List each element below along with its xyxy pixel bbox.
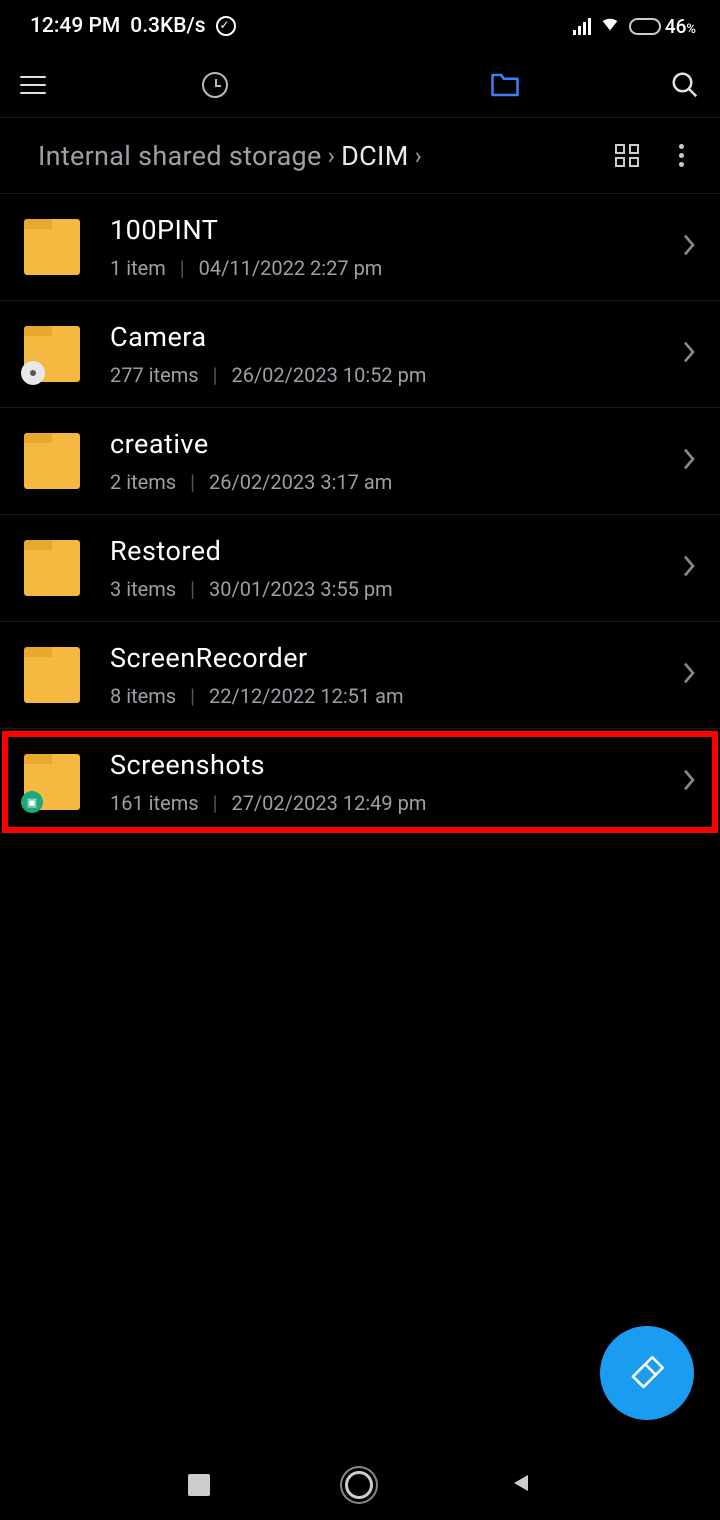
modified-date: 27/02/2023 12:49 pm	[231, 791, 426, 815]
folder-meta: 8 items | 22/12/2022 12:51 am	[110, 684, 682, 708]
folder-meta: 3 items | 30/01/2023 3:55 pm	[110, 577, 682, 601]
folder-list: 100PINT 1 item | 04/11/2022 2:27 pm Came…	[0, 194, 720, 835]
folder-info: 100PINT 1 item | 04/11/2022 2:27 pm	[110, 214, 682, 280]
clean-fab-button[interactable]	[600, 1326, 694, 1420]
view-grid-button[interactable]	[615, 144, 639, 167]
folder-meta: 161 items | 27/02/2023 12:49 pm	[110, 791, 682, 815]
home-button[interactable]	[345, 1471, 373, 1499]
folder-item[interactable]: 100PINT 1 item | 04/11/2022 2:27 pm	[0, 194, 720, 301]
folder-icon: ▣	[24, 754, 80, 810]
status-bar: 12:49 PM 0.3KB/s 46%	[0, 0, 720, 52]
folder-icon	[24, 219, 80, 275]
folder-meta: 1 item | 04/11/2022 2:27 pm	[110, 256, 682, 280]
battery-percent: 46	[665, 15, 687, 38]
storage-badge-icon	[21, 361, 45, 385]
folder-info: ScreenRecorder 8 items | 22/12/2022 12:5…	[110, 642, 682, 708]
more-options-button[interactable]	[679, 144, 690, 167]
separator: |	[190, 470, 195, 494]
network-speed: 0.3KB/s	[130, 14, 205, 38]
breadcrumb-root[interactable]: Internal shared storage	[38, 140, 322, 172]
clock-time: 12:49 PM	[30, 14, 120, 38]
folder-outline-icon	[490, 72, 520, 98]
chevron-right-icon	[682, 554, 696, 582]
folder-item-highlighted[interactable]: ▣ Screenshots 161 items | 27/02/2023 12:…	[0, 729, 720, 835]
folder-item[interactable]: Camera 277 items | 26/02/2023 10:52 pm	[0, 301, 720, 408]
breadcrumb-bar: Internal shared storage › DCIM ›	[0, 118, 720, 194]
modified-date: 04/11/2022 2:27 pm	[199, 256, 383, 280]
item-count: 2 items	[110, 470, 176, 494]
broom-icon	[626, 1352, 668, 1394]
breadcrumb[interactable]: Internal shared storage › DCIM ›	[38, 140, 615, 172]
modified-date: 22/12/2022 12:51 am	[209, 684, 404, 708]
separator: |	[180, 256, 185, 280]
wifi-icon	[599, 12, 621, 40]
chevron-right-icon	[682, 768, 696, 796]
percent-symbol: %	[686, 22, 696, 37]
clock-icon	[202, 72, 228, 98]
chevron-right-icon: ›	[328, 142, 336, 170]
folder-info: Screenshots 161 items | 27/02/2023 12:49…	[110, 749, 682, 815]
search-button[interactable]	[650, 70, 700, 100]
modified-date: 30/01/2023 3:55 pm	[209, 577, 393, 601]
folder-info: Restored 3 items | 30/01/2023 3:55 pm	[110, 535, 682, 601]
status-right: 46%	[573, 12, 696, 40]
tab-recent[interactable]	[70, 72, 360, 98]
item-count: 1 item	[110, 256, 166, 280]
alarm-icon	[216, 16, 236, 36]
screenshot-badge-icon: ▣	[21, 791, 43, 813]
separator: |	[213, 791, 218, 815]
navigation-bar	[0, 1450, 720, 1520]
folder-icon	[24, 647, 80, 703]
folder-name: creative	[110, 428, 682, 460]
folder-name: Screenshots	[110, 749, 682, 781]
folder-meta: 277 items | 26/02/2023 10:52 pm	[110, 363, 682, 387]
hamburger-menu-button[interactable]	[20, 76, 70, 94]
status-left: 12:49 PM 0.3KB/s	[30, 14, 236, 38]
item-count: 161 items	[110, 791, 199, 815]
item-count: 8 items	[110, 684, 176, 708]
separator: |	[213, 363, 218, 387]
folder-name: Restored	[110, 535, 682, 567]
item-count: 3 items	[110, 577, 176, 601]
folder-name: 100PINT	[110, 214, 682, 246]
separator: |	[190, 577, 195, 601]
folder-meta: 2 items | 26/02/2023 3:17 am	[110, 470, 682, 494]
folder-info: creative 2 items | 26/02/2023 3:17 am	[110, 428, 682, 494]
separator: |	[190, 684, 195, 708]
search-icon	[670, 70, 700, 100]
folder-item[interactable]: creative 2 items | 26/02/2023 3:17 am	[0, 408, 720, 515]
folder-icon	[24, 540, 80, 596]
folder-info: Camera 277 items | 26/02/2023 10:52 pm	[110, 321, 682, 387]
signal-icon	[573, 17, 591, 35]
chevron-right-icon	[682, 661, 696, 689]
chevron-right-icon: ›	[415, 142, 423, 170]
tab-browse[interactable]	[360, 72, 650, 98]
modified-date: 26/02/2023 3:17 am	[209, 470, 392, 494]
chevron-right-icon	[682, 447, 696, 475]
back-button[interactable]	[508, 1471, 532, 1499]
chevron-right-icon	[682, 340, 696, 368]
app-toolbar	[0, 52, 720, 118]
folder-name: Camera	[110, 321, 682, 353]
battery-indicator: 46%	[629, 15, 696, 38]
folder-item[interactable]: ScreenRecorder 8 items | 22/12/2022 12:5…	[0, 622, 720, 729]
folder-icon	[24, 326, 80, 382]
item-count: 277 items	[110, 363, 199, 387]
modified-date: 26/02/2023 10:52 pm	[231, 363, 426, 387]
breadcrumb-current[interactable]: DCIM	[341, 140, 408, 172]
folder-name: ScreenRecorder	[110, 642, 682, 674]
folder-item[interactable]: Restored 3 items | 30/01/2023 3:55 pm	[0, 515, 720, 622]
recent-apps-button[interactable]	[188, 1474, 210, 1496]
folder-icon	[24, 433, 80, 489]
triangle-left-icon	[508, 1471, 532, 1495]
chevron-right-icon	[682, 233, 696, 261]
